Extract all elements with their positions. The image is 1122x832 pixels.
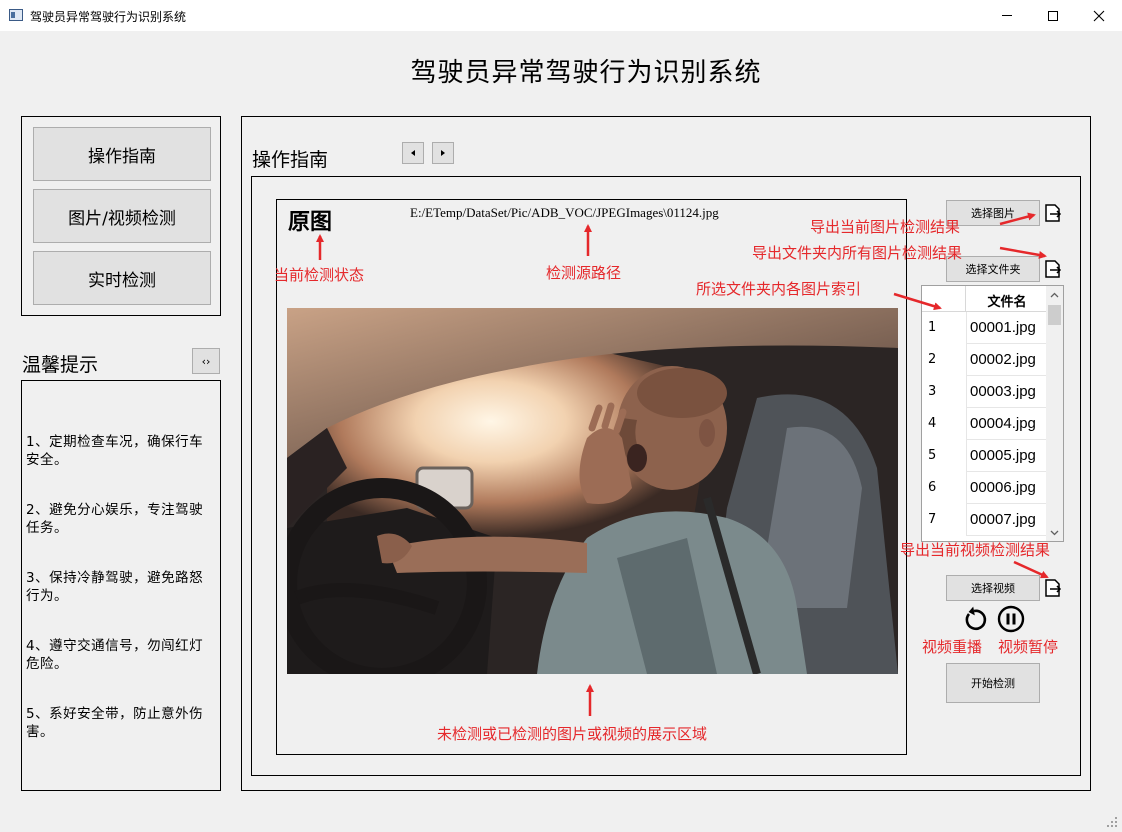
row-index: 4 xyxy=(928,416,937,431)
table-row[interactable]: 7 00007.jpg xyxy=(922,504,1046,536)
annotation-folder-index: 所选文件夹内各图片索引 xyxy=(696,280,862,298)
triangle-left-icon xyxy=(411,150,415,156)
export-image-icon[interactable] xyxy=(1043,203,1063,223)
tips-toggle-button[interactable]: ‹› xyxy=(192,348,220,374)
close-button[interactable] xyxy=(1076,0,1122,31)
table-header: 文件名 xyxy=(922,286,1046,312)
annotation-pause: 视频暂停 xyxy=(998,638,1059,656)
row-filename[interactable]: 00006.jpg xyxy=(966,472,1046,504)
row-index: 2 xyxy=(928,352,937,367)
close-icon xyxy=(1093,10,1105,21)
section-title: 操作指南 xyxy=(252,149,329,171)
window-title: 驾驶员异常驾驶行为识别系统 xyxy=(30,10,187,24)
prev-page-button[interactable] xyxy=(402,142,424,164)
tip-item: 1、定期检查车况，确保行车安全。 xyxy=(26,434,204,468)
next-page-button[interactable] xyxy=(432,142,454,164)
tip-item: 2、避免分心娱乐，专注驾驶任务。 xyxy=(26,502,204,536)
row-index: 3 xyxy=(928,384,937,399)
maximize-icon xyxy=(1048,10,1058,21)
annotation-replay: 视频重播 xyxy=(922,638,983,656)
status-label: 原图 xyxy=(288,209,333,235)
app-window-icon xyxy=(9,9,23,21)
triangle-right-icon xyxy=(441,150,445,156)
nav-button-guide[interactable]: 操作指南 xyxy=(33,127,211,181)
scroll-thumb[interactable] xyxy=(1048,305,1061,325)
page-title: 驾驶员异常驾驶行为识别系统 xyxy=(410,58,762,88)
table-scrollbar[interactable] xyxy=(1046,286,1063,541)
table-row[interactable]: 2 00002.jpg xyxy=(922,344,1046,376)
table-row[interactable]: 4 00004.jpg xyxy=(922,408,1046,440)
row-filename[interactable]: 00002.jpg xyxy=(966,344,1046,376)
nav-button-media-detect[interactable]: 图片/视频检测 xyxy=(33,189,211,243)
select-video-button[interactable]: 选择视频 xyxy=(946,575,1040,601)
minimize-button[interactable] xyxy=(984,0,1030,31)
row-filename[interactable]: 00004.jpg xyxy=(966,408,1046,440)
pause-icon[interactable] xyxy=(997,605,1025,633)
minimize-icon xyxy=(1002,15,1012,16)
collapse-icon: ‹› xyxy=(201,354,211,368)
tips-panel: 1、定期检查车况，确保行车安全。 2、避免分心娱乐，专注驾驶任务。 3、保持冷静… xyxy=(21,380,221,791)
row-index: 1 xyxy=(928,320,937,335)
row-filename[interactable]: 00007.jpg xyxy=(966,504,1046,536)
tip-item: 5、系好安全带，防止意外伤害。 xyxy=(26,706,204,740)
table-row[interactable]: 5 00005.jpg xyxy=(922,440,1046,472)
table-row[interactable]: 3 00003.jpg xyxy=(922,376,1046,408)
replay-icon[interactable] xyxy=(960,605,988,633)
file-index-table[interactable]: 文件名 1 00001.jpg 2 00002.jpg 3 00003.jpg … xyxy=(921,285,1064,542)
chevron-up-icon xyxy=(1050,292,1059,297)
scroll-up-button[interactable] xyxy=(1046,286,1063,303)
column-header-filename[interactable]: 文件名 xyxy=(967,291,1047,310)
source-path: E:/ETemp/DataSet/Pic/ADB_VOC/JPEGImages\… xyxy=(410,205,719,220)
maximize-button[interactable] xyxy=(1030,0,1076,31)
image-display-area xyxy=(287,308,898,674)
row-filename[interactable]: 00001.jpg xyxy=(966,312,1046,344)
row-index: 5 xyxy=(928,448,937,463)
row-index: 6 xyxy=(928,480,937,495)
select-image-button[interactable]: 选择图片 xyxy=(946,200,1040,226)
annotation-export-video: 导出当前视频检测结果 xyxy=(900,541,1051,559)
tip-item: 3、保持冷静驾驶，避免路怒行为。 xyxy=(26,570,204,604)
annotation-export-image: 导出当前图片检测结果 xyxy=(810,218,961,236)
annotation-display-area: 未检测或已检测的图片或视频的展示区域 xyxy=(437,725,708,743)
annotation-export-folder: 导出文件夹内所有图片检测结果 xyxy=(752,244,963,262)
annotation-status: 当前检测状态 xyxy=(274,266,365,284)
start-detect-button[interactable]: 开始检测 xyxy=(946,663,1040,703)
export-video-icon[interactable] xyxy=(1043,578,1063,598)
driver-yawning-photo xyxy=(287,308,898,674)
row-filename[interactable]: 00005.jpg xyxy=(966,440,1046,472)
table-row[interactable]: 1 00001.jpg xyxy=(922,312,1046,344)
table-corner xyxy=(922,286,966,312)
row-index: 7 xyxy=(928,512,937,527)
nav-button-realtime-detect[interactable]: 实时检测 xyxy=(33,251,211,305)
resize-grip-icon[interactable] xyxy=(1106,816,1118,828)
table-row[interactable]: 6 00006.jpg xyxy=(922,472,1046,504)
tips-title: 温馨提示 xyxy=(22,354,99,376)
row-filename[interactable]: 00003.jpg xyxy=(966,376,1046,408)
chevron-down-icon xyxy=(1050,530,1059,535)
tip-item: 4、遵守交通信号，勿闯红灯危险。 xyxy=(26,638,204,672)
nav-group: 操作指南 图片/视频检测 实时检测 xyxy=(21,116,221,316)
annotation-source: 检测源路径 xyxy=(546,264,622,282)
export-folder-icon[interactable] xyxy=(1043,259,1063,279)
